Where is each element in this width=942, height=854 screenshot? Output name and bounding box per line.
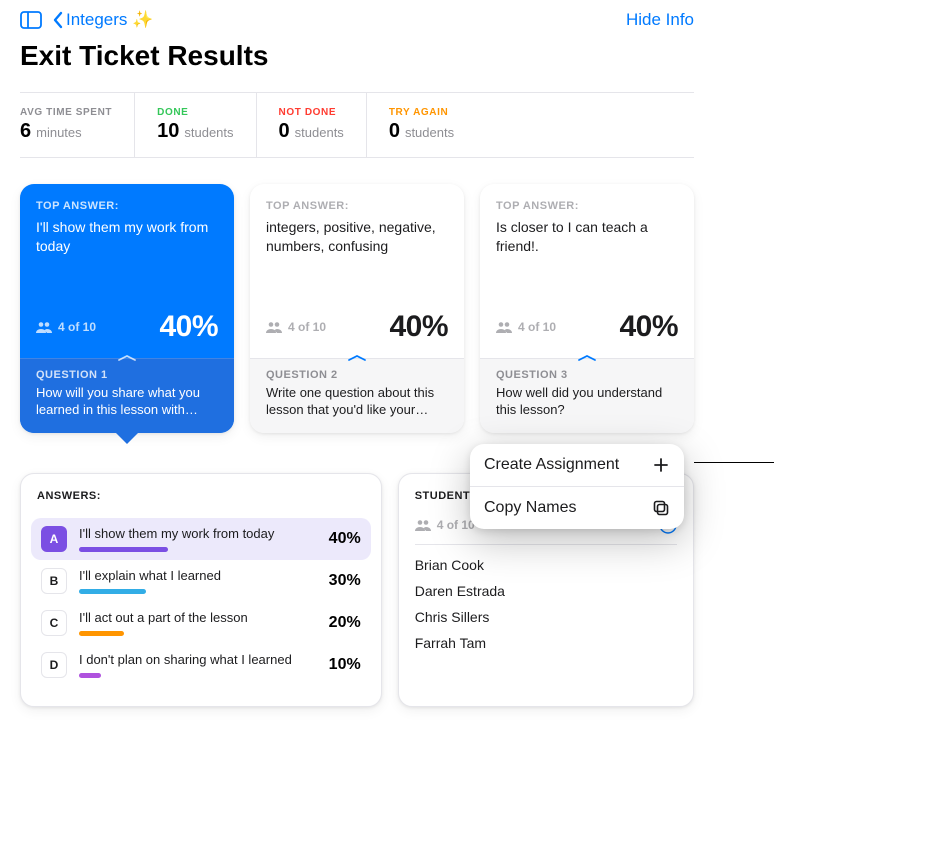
- top-answer-text: integers, positive, negative, numbers, c…: [266, 218, 448, 256]
- people-icon: [266, 321, 282, 333]
- answer-bar: [79, 589, 146, 594]
- menu-copy-names[interactable]: Copy Names: [470, 487, 684, 529]
- answer-letter-tile: C: [41, 610, 67, 636]
- page-title: Exit Ticket Results: [20, 40, 694, 72]
- stat-value: 6: [20, 120, 31, 143]
- question-text: How will you share what you learned in t…: [36, 385, 218, 419]
- stat-unit: students: [295, 125, 344, 140]
- people-icon: [36, 321, 52, 333]
- responder-count: 4 of 10: [36, 320, 96, 334]
- answers-header: ANSWERS:: [21, 474, 381, 510]
- question-card-2[interactable]: TOP ANSWER: integers, positive, negative,…: [250, 184, 464, 433]
- answer-pct: 40%: [315, 530, 361, 548]
- expand-chevron-icon: [577, 354, 597, 362]
- student-name[interactable]: Brian Cook: [415, 557, 677, 573]
- stat-done: DONE 10 students: [157, 93, 256, 157]
- top-answer-pct: 40%: [389, 310, 448, 344]
- top-answer-pct: 40%: [619, 310, 678, 344]
- answer-letter-tile: D: [41, 652, 67, 678]
- question-card-3[interactable]: TOP ANSWER: Is closer to I can teach a fr…: [480, 184, 694, 433]
- answer-pct: 20%: [315, 614, 361, 632]
- copy-icon: [652, 499, 670, 517]
- menu-create-assignment[interactable]: Create Assignment: [470, 444, 684, 486]
- stat-label: NOT DONE: [279, 107, 344, 118]
- answer-text: I'll explain what I learned: [79, 568, 303, 583]
- context-menu: Create Assignment Copy Names: [470, 444, 684, 529]
- stat-try-again: TRY AGAIN 0 students: [389, 93, 476, 157]
- answer-pct: 10%: [315, 656, 361, 674]
- stat-not-done: NOT DONE 0 students: [279, 93, 367, 157]
- responder-count: 4 of 10: [266, 320, 326, 334]
- answer-text: I don't plan on sharing what I learned: [79, 652, 303, 667]
- answer-bar: [79, 631, 124, 636]
- back-label: Integers ✨: [66, 10, 153, 30]
- sidebar-toggle-icon[interactable]: [20, 11, 42, 29]
- answer-text: I'll act out a part of the lesson: [79, 610, 303, 625]
- menu-item-label: Copy Names: [484, 499, 576, 517]
- top-answer-text: Is closer to I can teach a friend!.: [496, 218, 678, 256]
- answer-row-c[interactable]: C I'll act out a part of the lesson 20%: [31, 602, 371, 644]
- hide-info-button[interactable]: Hide Info: [626, 10, 694, 30]
- chevron-left-icon: [52, 11, 64, 29]
- answers-panel: ANSWERS: A I'll show them my work from to…: [20, 473, 382, 707]
- answer-row-d[interactable]: D I don't plan on sharing what I learned 1…: [31, 644, 371, 686]
- question-number: QUESTION 3: [496, 369, 678, 381]
- question-number: QUESTION 2: [266, 369, 448, 381]
- answer-letter-tile: A: [41, 526, 67, 552]
- answer-text: I'll show them my work from today: [79, 526, 303, 541]
- student-name[interactable]: Daren Estrada: [415, 583, 677, 599]
- stat-value: 0: [389, 120, 400, 143]
- menu-item-label: Create Assignment: [484, 456, 619, 474]
- back-button[interactable]: Integers ✨: [52, 10, 153, 30]
- plus-icon: [652, 456, 670, 474]
- answer-row-a[interactable]: A I'll show them my work from today 40%: [31, 518, 371, 560]
- responder-count: 4 of 10: [496, 320, 556, 334]
- answer-letter-tile: B: [41, 568, 67, 594]
- stat-value: 0: [279, 120, 290, 143]
- question-text: Write one question about this lesson tha…: [266, 385, 448, 419]
- question-cards: TOP ANSWER: I'll show them my work from t…: [20, 184, 694, 433]
- top-answer-tag: TOP ANSWER:: [36, 200, 218, 212]
- question-card-1[interactable]: TOP ANSWER: I'll show them my work from t…: [20, 184, 234, 433]
- stat-unit: minutes: [36, 125, 82, 140]
- answer-row-b[interactable]: B I'll explain what I learned 30%: [31, 560, 371, 602]
- question-text: How well did you understand this lesson?: [496, 385, 678, 419]
- stat-label: AVG TIME SPENT: [20, 107, 112, 118]
- stat-label: TRY AGAIN: [389, 107, 454, 118]
- top-answer-tag: TOP ANSWER:: [266, 200, 448, 212]
- stat-label: DONE: [157, 107, 233, 118]
- student-name[interactable]: Farrah Tam: [415, 635, 677, 651]
- people-icon: [415, 519, 431, 531]
- people-icon: [496, 321, 512, 333]
- stats-row: AVG TIME SPENT 6 minutes DONE 10 student…: [20, 92, 694, 158]
- students-count: 4 of 10: [437, 518, 475, 532]
- student-name[interactable]: Chris Sillers: [415, 609, 677, 625]
- top-answer-pct: 40%: [159, 310, 218, 344]
- expand-chevron-icon: [347, 354, 367, 362]
- question-number: QUESTION 1: [36, 369, 218, 381]
- stat-avg-time: AVG TIME SPENT 6 minutes: [20, 93, 135, 157]
- answer-bar: [79, 673, 101, 678]
- callout-line: [694, 462, 774, 463]
- top-bar: Integers ✨ Hide Info: [20, 0, 694, 34]
- stat-value: 10: [157, 120, 179, 143]
- answer-bar: [79, 547, 168, 552]
- top-answer-tag: TOP ANSWER:: [496, 200, 678, 212]
- app-screen: Integers ✨ Hide Info Exit Ticket Results…: [0, 0, 714, 854]
- stat-unit: students: [405, 125, 454, 140]
- expand-chevron-icon: [117, 354, 137, 362]
- stat-unit: students: [184, 125, 233, 140]
- answer-pct: 30%: [315, 572, 361, 590]
- top-answer-text: I'll show them my work from today: [36, 218, 218, 256]
